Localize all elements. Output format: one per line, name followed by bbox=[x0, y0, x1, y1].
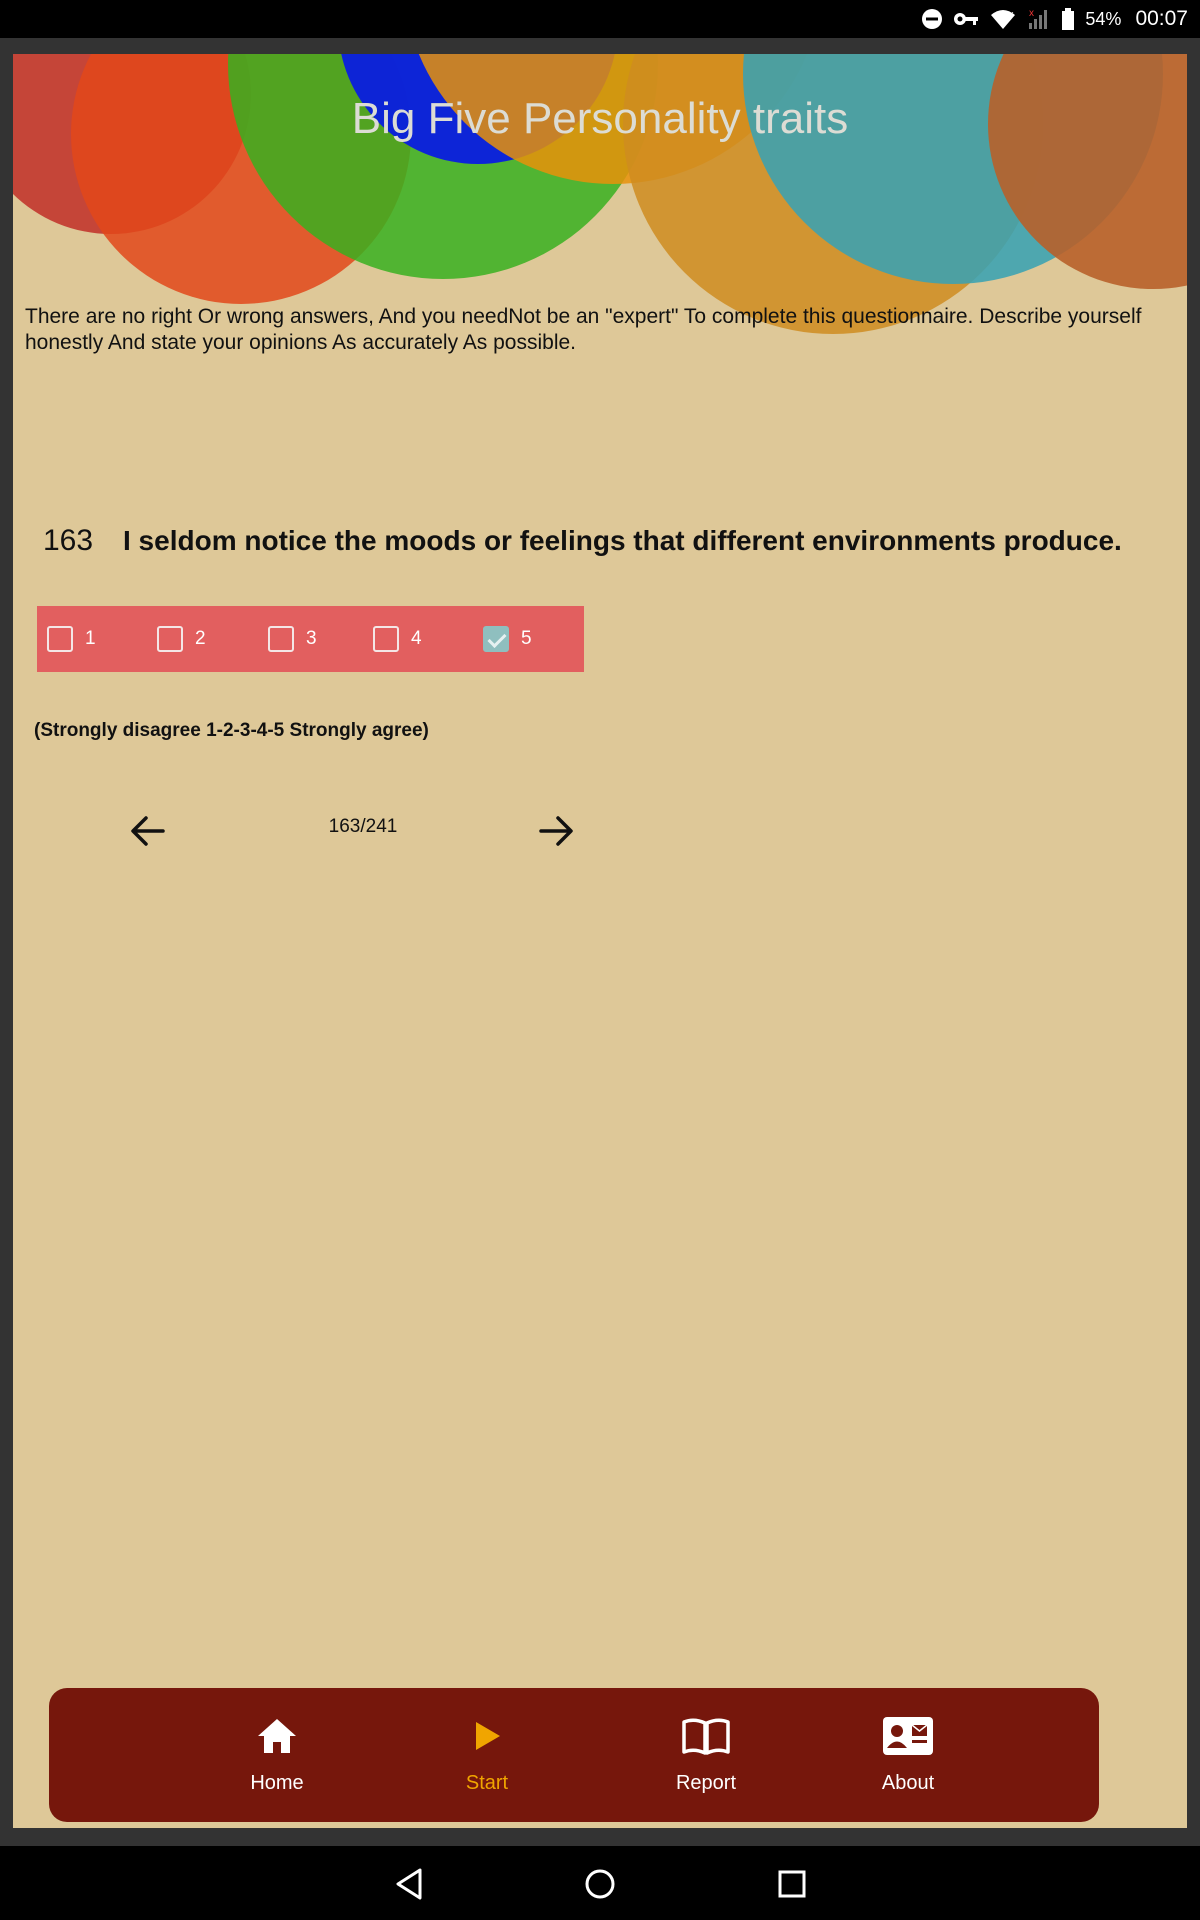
option-1[interactable]: 1 bbox=[47, 606, 96, 672]
app-title: Big Five Personality traits bbox=[351, 94, 849, 143]
option-2-checkbox[interactable] bbox=[157, 626, 183, 652]
option-3-checkbox[interactable] bbox=[268, 626, 294, 652]
play-icon bbox=[472, 1714, 502, 1758]
intro-text: There are no right Or wrong answers, And… bbox=[25, 305, 1142, 354]
signal-icon: x bbox=[1027, 7, 1051, 31]
option-2[interactable]: 2 bbox=[157, 606, 206, 672]
system-navigation-bar bbox=[0, 1846, 1200, 1920]
svg-text:x: x bbox=[1009, 9, 1014, 19]
nav-about[interactable]: About bbox=[828, 1688, 988, 1822]
scale-note: (Strongly disagree 1-2-3-4-5 Strongly ag… bbox=[34, 720, 429, 741]
status-icons: x x 54% 00:07 bbox=[921, 0, 1188, 38]
battery-icon bbox=[1061, 7, 1075, 31]
next-question-button[interactable] bbox=[533, 808, 579, 854]
nav-home-label: Home bbox=[250, 1772, 304, 1794]
option-1-checkbox[interactable] bbox=[47, 626, 73, 652]
option-4-label: 4 bbox=[411, 628, 422, 649]
question: 163 I seldom notice the moods or feeling… bbox=[43, 524, 1183, 558]
svg-text:x: x bbox=[1029, 8, 1034, 19]
bottom-navigation: Home Start Report About bbox=[49, 1688, 1099, 1822]
nav-report[interactable]: Report bbox=[626, 1688, 786, 1822]
book-icon bbox=[682, 1714, 730, 1758]
contact-card-icon bbox=[882, 1714, 934, 1758]
nav-home[interactable]: Home bbox=[197, 1688, 357, 1822]
option-5-label: 5 bbox=[521, 628, 532, 649]
progress-counter: 163/241 bbox=[328, 816, 398, 837]
question-number: 163 bbox=[43, 524, 94, 557]
previous-question-button[interactable] bbox=[125, 808, 171, 854]
option-4-checkbox[interactable] bbox=[373, 626, 399, 652]
arrow-left-icon bbox=[131, 816, 165, 846]
question-text: I seldom notice the moods or feelings th… bbox=[123, 525, 1122, 556]
vpn-key-icon bbox=[953, 9, 979, 29]
option-3[interactable]: 3 bbox=[268, 606, 317, 672]
option-5-checkbox[interactable] bbox=[483, 626, 509, 652]
recents-icon[interactable] bbox=[772, 1864, 812, 1904]
clock: 00:07 bbox=[1135, 7, 1188, 30]
arrow-right-icon bbox=[539, 816, 573, 846]
back-icon[interactable] bbox=[390, 1864, 430, 1904]
status-bar: x x 54% 00:07 bbox=[0, 0, 1200, 38]
app-frame: Big Five Personality traits There are no… bbox=[0, 38, 1200, 1846]
app-screen: Big Five Personality traits There are no… bbox=[13, 54, 1187, 1828]
option-4[interactable]: 4 bbox=[373, 606, 422, 672]
home-circle-icon[interactable] bbox=[580, 1864, 620, 1904]
nav-start[interactable]: Start bbox=[407, 1688, 567, 1822]
option-2-label: 2 bbox=[195, 628, 206, 649]
option-5[interactable]: 5 bbox=[483, 606, 532, 672]
home-icon bbox=[256, 1714, 298, 1758]
option-1-label: 1 bbox=[85, 628, 96, 649]
nav-report-label: Report bbox=[675, 1772, 737, 1794]
nav-start-label: Start bbox=[465, 1772, 509, 1794]
answer-options: 1 2 3 4 5 bbox=[37, 606, 584, 672]
option-3-label: 3 bbox=[306, 628, 317, 649]
nav-about-label: About bbox=[881, 1772, 935, 1794]
wifi-icon: x bbox=[989, 7, 1017, 31]
battery-percent: 54% bbox=[1085, 8, 1122, 29]
do-not-disturb-icon bbox=[921, 8, 943, 30]
